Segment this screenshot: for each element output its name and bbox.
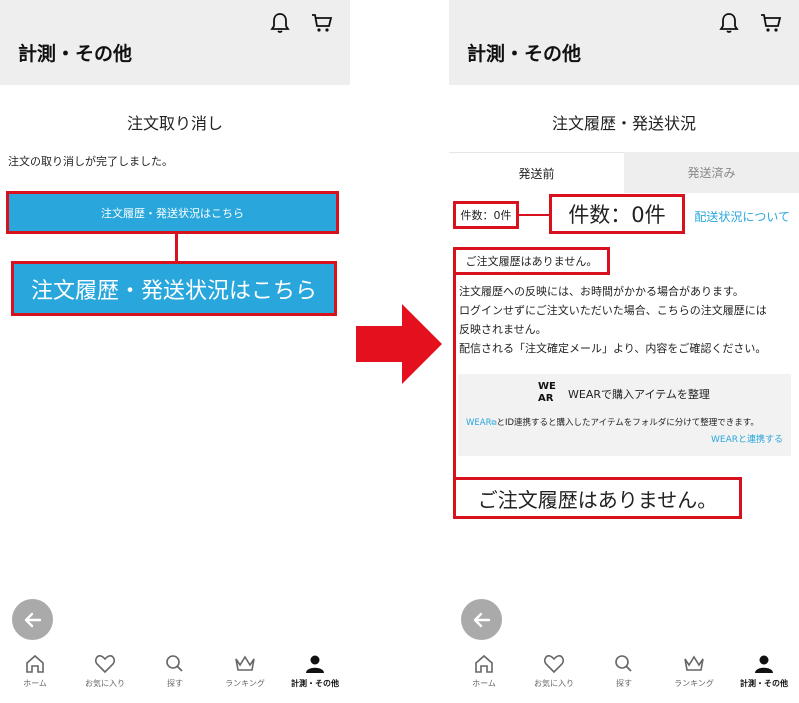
empty-history-message: ご注文履歴はありません。 <box>453 247 610 275</box>
nav-item-favorites[interactable]: お気に入り <box>70 650 140 703</box>
order-history-button[interactable]: 注文履歴・発送状況はこちら <box>6 191 339 234</box>
nav-item-favorites[interactable]: お気に入り <box>519 650 589 703</box>
header-title: 計測・その他 <box>467 43 582 65</box>
bottom-nav: ホーム お気に入り 探す ランキング 計測・その他 <box>0 650 350 703</box>
nav-item-home[interactable]: ホーム <box>449 650 519 703</box>
note-line: 反映されません。 <box>459 323 547 336</box>
tab-bar: 発送前 発送済み <box>449 152 799 193</box>
callout-connector <box>519 214 549 216</box>
heart-icon <box>543 655 565 674</box>
left-phone-screen: 計測・その他 注文取り消し 注文の取り消しが完了しました。 注文履歴・発送状況は… <box>0 0 350 703</box>
nav-item-search[interactable]: 探す <box>140 650 210 703</box>
wear-logo-line: AR <box>538 393 554 404</box>
nav-item-ranking[interactable]: ランキング <box>210 650 280 703</box>
order-count-callout: 件数：0件 <box>549 194 685 234</box>
nav-item-measure-other[interactable]: 計測・その他 <box>729 650 799 703</box>
nav-label: ランキング <box>674 679 714 688</box>
crown-icon <box>235 655 255 671</box>
home-icon <box>475 654 493 673</box>
transition-arrow-icon <box>356 304 442 384</box>
back-button[interactable] <box>461 599 502 640</box>
bell-icon[interactable] <box>267 10 293 36</box>
nav-item-home[interactable]: ホーム <box>0 650 70 703</box>
callout-connector <box>453 275 456 490</box>
search-icon <box>615 655 632 672</box>
header-bar: 計測・その他 <box>449 0 799 85</box>
cart-icon[interactable] <box>309 10 335 36</box>
nav-label: お気に入り <box>85 679 125 688</box>
bell-icon[interactable] <box>716 10 742 36</box>
nav-item-ranking[interactable]: ランキング <box>659 650 729 703</box>
arrow-left-icon <box>24 612 41 627</box>
empty-history-callout: ご注文履歴はありません。 <box>453 477 742 519</box>
person-icon <box>755 655 773 673</box>
wear-logo-line: WE <box>538 381 556 392</box>
nav-label: ホーム <box>23 679 47 688</box>
note-line: 注文履歴への反映には、お時間がかかる場合があります。 <box>459 285 744 298</box>
search-icon <box>166 655 183 672</box>
callout-connector <box>175 234 178 262</box>
heart-icon <box>94 655 116 674</box>
history-note: 注文履歴への反映には、お時間がかかる場合があります。 ログインせずにご注文いただ… <box>459 282 797 358</box>
nav-label: ランキング <box>225 679 265 688</box>
note-line: ログインせずにご注文いただいた場合、こちらの注文履歴には <box>459 304 767 317</box>
bottom-nav: ホーム お気に入り 探す ランキング 計測・その他 <box>449 650 799 703</box>
wear-logo: WE AR <box>538 381 564 407</box>
nav-label: 探す <box>616 679 632 688</box>
person-icon <box>306 655 324 673</box>
nav-item-search[interactable]: 探す <box>589 650 659 703</box>
nav-label: 計測・その他 <box>291 679 339 688</box>
shipping-status-link[interactable]: 配送状況について <box>694 208 790 225</box>
wear-description: WEAR⧉とID連携すると購入したアイテムをフォルダに分けて整理できます。 <box>466 416 759 428</box>
header-bar: 計測・その他 <box>0 0 350 85</box>
cart-icon[interactable] <box>758 10 784 36</box>
wear-promo-box: WE AR WEARで購入アイテムを整理 WEAR⧉とID連携すると購入したアイ… <box>458 374 791 456</box>
nav-label: 計測・その他 <box>740 679 788 688</box>
wear-link[interactable]: WEAR <box>466 418 492 428</box>
wear-connect-link[interactable]: WEARと連携する <box>711 432 783 445</box>
arrow-left-icon <box>473 612 490 627</box>
page-title: 注文取り消し <box>126 114 223 133</box>
wear-title: WEARで購入アイテムを整理 <box>568 388 710 401</box>
tab-before-shipping[interactable]: 発送前 <box>449 152 624 193</box>
nav-label: ホーム <box>472 679 496 688</box>
crown-icon <box>684 655 704 671</box>
note-line: 配信される「注文確定メール」より、内容をご確認ください。 <box>459 342 767 355</box>
back-button[interactable] <box>12 599 53 640</box>
nav-label: お気に入り <box>534 679 574 688</box>
order-history-callout: 注文履歴・発送状況はこちら <box>11 261 337 316</box>
header-title: 計測・その他 <box>18 43 133 65</box>
tab-shipped[interactable]: 発送済み <box>624 152 799 193</box>
home-icon <box>26 654 44 673</box>
page-title: 注文履歴・発送状況 <box>551 114 696 133</box>
nav-item-measure-other[interactable]: 計測・その他 <box>280 650 350 703</box>
order-count: 件数：0件 <box>453 201 519 229</box>
wear-description-text: とID連携すると購入したアイテムをフォルダに分けて整理できます。 <box>496 418 759 428</box>
nav-label: 探す <box>167 679 183 688</box>
cancel-complete-message: 注文の取り消しが完了しました。 <box>8 155 173 168</box>
right-phone-screen: 計測・その他 注文履歴・発送状況 発送前 発送済み 件数：0件 件数：0件 配送… <box>449 0 799 703</box>
